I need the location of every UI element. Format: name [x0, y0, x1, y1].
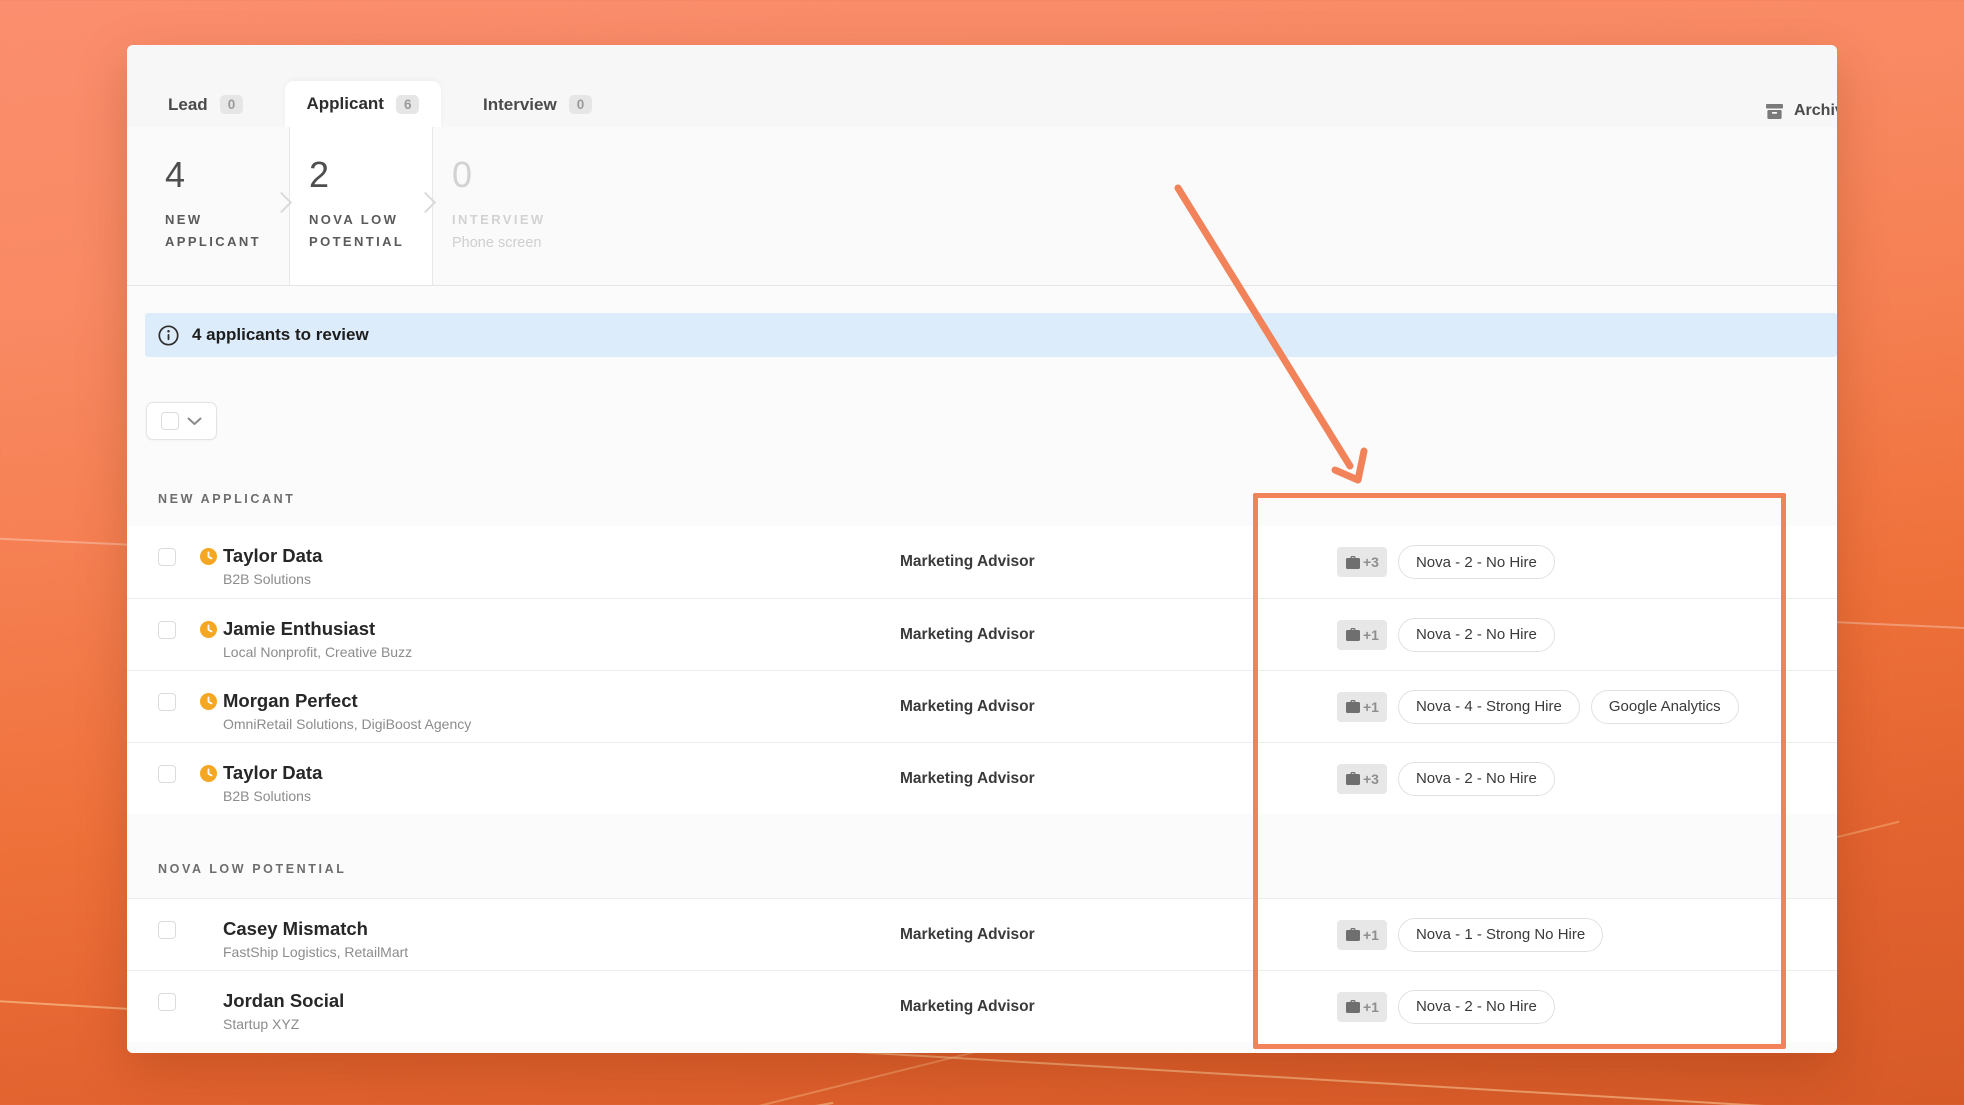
applicant-role: Marketing Advisor	[900, 698, 1035, 716]
archive-box-icon	[1765, 103, 1784, 120]
pipeline-stages: 4 NEW APPLICANT 2 NOVA LOW POTENTIAL 0 I…	[127, 127, 1837, 286]
tab-lead[interactable]: Lead 0	[168, 82, 243, 127]
section-header-nova-low-potential: NOVA LOW POTENTIAL	[127, 814, 1837, 898]
applicant-row-jordan-social[interactable]: Jordan Social Startup XYZ Marketing Advi…	[127, 970, 1837, 1042]
experience-count: +1	[1363, 699, 1379, 715]
briefcase-icon	[1345, 627, 1361, 642]
info-icon	[158, 325, 179, 346]
applicant-row-taylor-data-1[interactable]: Taylor Data B2B Solutions Marketing Advi…	[127, 526, 1837, 598]
pending-clock-icon	[200, 693, 217, 710]
pending-clock-icon	[200, 621, 217, 638]
experience-count-badge[interactable]: +3	[1337, 764, 1387, 794]
row-checkbox[interactable]	[158, 621, 176, 639]
applicant-companies: Local Nonprofit, Creative Buzz	[223, 644, 412, 660]
applicant-companies: OmniRetail Solutions, DigiBoost Agency	[223, 716, 471, 732]
ats-pipeline-panel: Lead 0 Applicant 6 Interview 0 Archived …	[127, 45, 1837, 1053]
applicant-row-taylor-data-2[interactable]: Taylor Data B2B Solutions Marketing Advi…	[127, 742, 1837, 814]
row-checkbox[interactable]	[158, 548, 176, 566]
experience-count: +1	[1363, 999, 1379, 1015]
tag-pill[interactable]: Nova - 2 - No Hire	[1398, 990, 1555, 1024]
experience-count-badge[interactable]: +1	[1337, 692, 1387, 722]
briefcase-icon	[1345, 771, 1361, 786]
applicant-list: NEW APPLICANT Taylor Data B2B Solutions …	[127, 470, 1837, 1042]
applicant-role: Marketing Advisor	[900, 553, 1035, 571]
applicant-name[interactable]: Jordan Social	[223, 990, 344, 1011]
select-all-checkbox[interactable]	[161, 412, 179, 430]
applicant-role: Marketing Advisor	[900, 626, 1035, 644]
applicant-companies: B2B Solutions	[223, 571, 322, 587]
review-banner: 4 applicants to review	[145, 313, 1837, 357]
applicant-role: Marketing Advisor	[900, 926, 1035, 944]
applicant-row-casey-mismatch[interactable]: Casey Mismatch FastShip Logistics, Retai…	[127, 898, 1837, 970]
tab-applicant-count-badge: 6	[396, 95, 420, 114]
tag-pill[interactable]: Nova - 2 - No Hire	[1398, 545, 1555, 579]
applicant-row-morgan-perfect[interactable]: Morgan Perfect OmniRetail Solutions, Dig…	[127, 670, 1837, 742]
briefcase-icon	[1345, 927, 1361, 942]
tab-lead-label: Lead	[168, 95, 208, 115]
briefcase-icon	[1345, 555, 1361, 570]
stage-label: NOVA LOW POTENTIAL	[309, 209, 427, 253]
tab-bar: Lead 0 Applicant 6 Interview 0 Archived	[127, 45, 1837, 127]
applicant-row-jamie-enthusiast[interactable]: Jamie Enthusiast Local Nonprofit, Creati…	[127, 598, 1837, 670]
experience-count-badge[interactable]: +1	[1337, 620, 1387, 650]
applicant-companies: FastShip Logistics, RetailMart	[223, 944, 408, 960]
archived-label: Archived	[1794, 102, 1837, 120]
row-checkbox[interactable]	[158, 921, 176, 939]
tag-pill[interactable]: Nova - 1 - Strong No Hire	[1398, 918, 1603, 952]
applicant-role: Marketing Advisor	[900, 770, 1035, 788]
row-checkbox[interactable]	[158, 693, 176, 711]
tab-applicant[interactable]: Applicant 6	[285, 81, 441, 127]
tab-applicant-label: Applicant	[307, 94, 384, 114]
stage-label: INTERVIEW	[452, 209, 570, 231]
experience-count-badge[interactable]: +1	[1337, 920, 1387, 950]
tab-interview[interactable]: Interview 0	[483, 82, 592, 127]
experience-count-badge[interactable]: +1	[1337, 992, 1387, 1022]
applicant-role: Marketing Advisor	[900, 998, 1035, 1016]
chevron-down-icon	[187, 417, 202, 426]
briefcase-icon	[1345, 999, 1361, 1014]
tag-pill[interactable]: Nova - 2 - No Hire	[1398, 762, 1555, 796]
applicant-name[interactable]: Casey Mismatch	[223, 918, 408, 939]
review-banner-text: 4 applicants to review	[192, 325, 369, 345]
archived-button[interactable]: Archived	[1765, 95, 1837, 127]
pending-clock-icon	[200, 548, 217, 565]
section-header-new-applicant: NEW APPLICANT	[127, 470, 1837, 526]
experience-count: +1	[1363, 927, 1379, 943]
stage-interview[interactable]: 0 INTERVIEW Phone screen	[433, 127, 693, 285]
tag-pill[interactable]: Nova - 2 - No Hire	[1398, 618, 1555, 652]
row-checkbox[interactable]	[158, 765, 176, 783]
applicant-companies: Startup XYZ	[223, 1016, 344, 1032]
stage-label: NEW APPLICANT	[165, 209, 283, 253]
experience-count: +3	[1363, 771, 1379, 787]
stage-nova-low-potential[interactable]: 2 NOVA LOW POTENTIAL	[289, 127, 433, 285]
applicant-name[interactable]: Morgan Perfect	[223, 690, 471, 711]
stage-sublabel: Phone screen	[452, 235, 693, 251]
briefcase-icon	[1345, 699, 1361, 714]
stage-count: 4	[165, 157, 289, 193]
applicant-companies: B2B Solutions	[223, 788, 322, 804]
applicant-name[interactable]: Jamie Enthusiast	[223, 618, 412, 639]
stage-new-applicant[interactable]: 4 NEW APPLICANT	[127, 127, 289, 285]
tag-pill[interactable]: Nova - 4 - Strong Hire	[1398, 690, 1580, 724]
row-checkbox[interactable]	[158, 993, 176, 1011]
experience-count-badge[interactable]: +3	[1337, 547, 1387, 577]
tag-pill[interactable]: Google Analytics	[1591, 690, 1739, 724]
tab-interview-label: Interview	[483, 95, 557, 115]
stage-count: 2	[309, 157, 432, 193]
tab-interview-count-badge: 0	[569, 95, 593, 114]
bulk-select-button[interactable]	[146, 402, 217, 440]
stage-count: 0	[452, 157, 693, 193]
pending-clock-icon	[200, 765, 217, 782]
tab-lead-count-badge: 0	[220, 95, 244, 114]
applicant-name[interactable]: Taylor Data	[223, 762, 322, 783]
experience-count: +3	[1363, 554, 1379, 570]
experience-count: +1	[1363, 627, 1379, 643]
applicant-name[interactable]: Taylor Data	[223, 545, 322, 566]
